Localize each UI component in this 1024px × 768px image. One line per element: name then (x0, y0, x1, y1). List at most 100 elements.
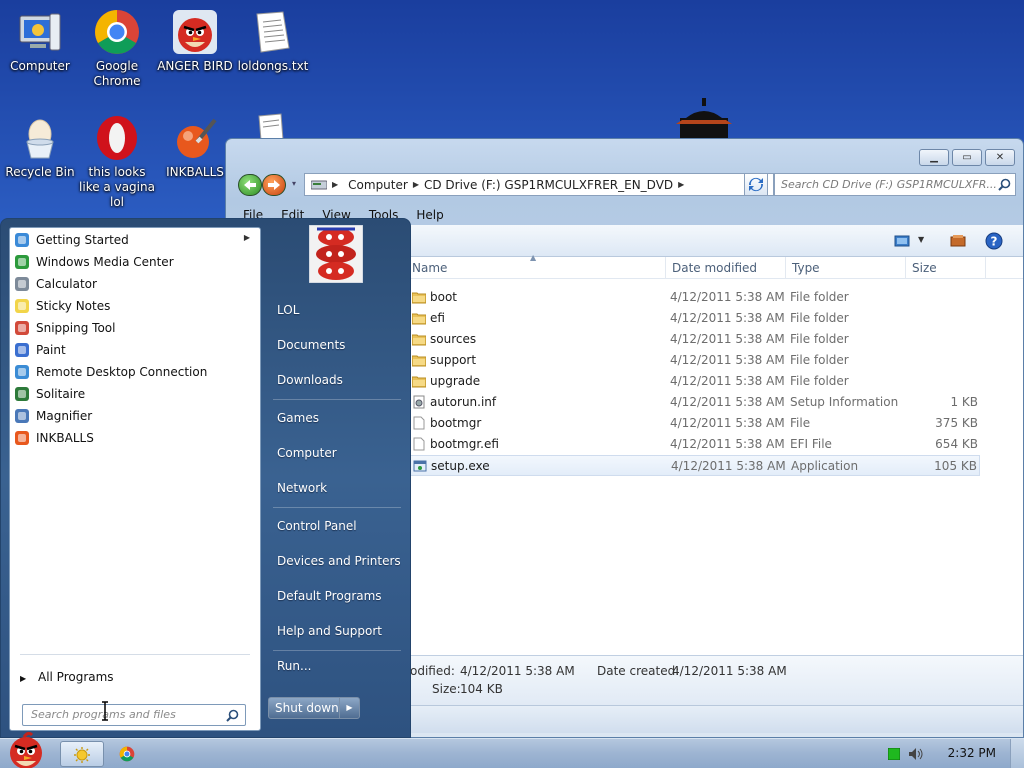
start-program-magnifier[interactable]: Magnifier (10, 405, 260, 427)
shutdown-button[interactable]: Shut down ▶ (268, 697, 360, 719)
file-name: efi (430, 311, 445, 325)
inf-file-icon (413, 395, 425, 409)
file-row-autorun-inf[interactable]: autorun.inf 4/12/2011 5:38 AM Setup Inform… (410, 392, 980, 413)
svg-text:?: ? (991, 235, 998, 249)
file-date: 4/12/2011 5:38 AM (670, 290, 785, 304)
inkballs-icon (15, 431, 29, 445)
start-link-run[interactable]: Run... (277, 659, 311, 673)
taskbar-clock[interactable]: 2:32 PM (948, 746, 996, 760)
preview-pane-icon[interactable] (950, 234, 966, 248)
volume-icon[interactable] (908, 747, 924, 761)
taskbar-chrome-button[interactable] (106, 741, 150, 767)
folder-icon (412, 334, 426, 346)
file-type: Setup Information (790, 395, 899, 409)
start-program-remote-desktop-connection[interactable]: Remote Desktop Connection (10, 361, 260, 383)
start-program-calculator[interactable]: Calculator (10, 273, 260, 295)
search-icon[interactable] (226, 709, 239, 722)
change-view-icon[interactable] (894, 234, 910, 248)
taskbar: 2:32 PM (0, 731, 1024, 768)
file-row-support[interactable]: support 4/12/2011 5:38 AM File folder (410, 350, 980, 371)
start-program-snipping-tool[interactable]: Snipping Tool (10, 317, 260, 339)
address-bar[interactable]: ▶ Computer ▶ CD Drive (F:) GSP1RMCULXFRE… (304, 173, 774, 196)
remote-desktop-icon (15, 365, 29, 379)
start-program-inkballs[interactable]: INKBALLS (10, 427, 260, 449)
desktop-icon-partial-file[interactable] (255, 110, 285, 140)
menu-help[interactable]: Help (407, 205, 452, 225)
desktop-icon-anger-bird[interactable]: ANGER BIRD (155, 8, 235, 74)
forward-arrow-icon (268, 180, 280, 190)
column-size[interactable]: Size (912, 261, 937, 275)
start-program-getting-started[interactable]: Getting Started ▶ (10, 229, 260, 251)
file-row-setup-exe[interactable]: setup.exe 4/12/2011 5:38 AM Application 105… (410, 455, 980, 476)
start-link-computer[interactable]: Computer (277, 446, 337, 460)
file-row-sources[interactable]: sources 4/12/2011 5:38 AM File folder (410, 329, 980, 350)
folder-icon (412, 376, 426, 388)
solitaire-icon (15, 387, 29, 401)
start-link-lol[interactable]: LOL (277, 303, 299, 317)
file-type: EFI File (790, 437, 832, 451)
network-status-icon[interactable] (888, 748, 900, 760)
start-link-documents[interactable]: Documents (277, 338, 345, 352)
view-dropdown-icon[interactable]: ▼ (918, 235, 924, 244)
file-type: File folder (790, 374, 849, 388)
close-button[interactable]: ✕ (985, 149, 1015, 166)
text-file-icon (258, 113, 284, 140)
start-link-games[interactable]: Games (277, 411, 319, 425)
show-desktop-button[interactable] (1010, 739, 1024, 768)
sort-up-icon: ▲ (530, 253, 537, 262)
start-button-angry-bird-icon[interactable] (2, 731, 50, 768)
start-link-control-panel[interactable]: Control Panel (277, 519, 357, 533)
recent-pages-icon[interactable]: ▾ (292, 179, 296, 188)
desktop-icon-opera[interactable]: this looks like a vagina lol (77, 114, 157, 210)
file-file-icon (413, 437, 425, 451)
start-link-downloads[interactable]: Downloads (277, 373, 343, 387)
search-input[interactable]: Search CD Drive (F:) GSP1RMCULXFR... (774, 173, 1016, 196)
user-picture-angry-birds-icon[interactable] (309, 225, 363, 283)
start-menu-links-pane: LOL Documents Downloads Games Computer N… (263, 219, 411, 739)
breadcrumb-cd-drive[interactable]: CD Drive (F:) GSP1RMCULXFRER_EN_DVD (424, 178, 673, 192)
start-program-paint[interactable]: Paint (10, 339, 260, 361)
search-icon[interactable] (998, 178, 1011, 191)
breadcrumb-computer[interactable]: Computer (348, 178, 408, 192)
system-tray: 2:32 PM (884, 739, 1024, 768)
start-program-solitaire[interactable]: Solitaire (10, 383, 260, 405)
start-link-network[interactable]: Network (277, 481, 327, 495)
column-type[interactable]: Type (792, 261, 820, 275)
all-programs-button[interactable]: ▶ All Programs (20, 670, 114, 684)
submenu-arrow-icon[interactable]: ▶ (244, 233, 250, 242)
inkballs-icon (171, 114, 219, 162)
calculator-icon (15, 277, 29, 291)
start-program-windows-media-center[interactable]: Windows Media Center (10, 251, 260, 273)
start-program-sticky-notes[interactable]: Sticky Notes (10, 295, 260, 317)
start-link-help-support[interactable]: Help and Support (277, 624, 382, 638)
snipping-tool-icon (15, 321, 29, 335)
program-label: Calculator (36, 277, 97, 291)
breadcrumb-arrow-icon: ▶ (678, 180, 685, 189)
details-size-value: 104 KB (460, 682, 503, 696)
column-date[interactable]: Date modified (672, 261, 757, 275)
start-search-input[interactable]: Search programs and files (22, 704, 246, 726)
file-type: File folder (790, 290, 849, 304)
desktop-icon-loldongs[interactable]: loldongs.txt (233, 8, 313, 74)
start-link-default-programs[interactable]: Default Programs (277, 589, 382, 603)
file-row-bootmgr[interactable]: bootmgr 4/12/2011 5:38 AM File 375 KB (410, 413, 980, 434)
desktop-icon-label: ANGER BIRD (157, 59, 233, 73)
desktop-icon-chrome[interactable]: Google Chrome (77, 8, 157, 89)
refresh-button[interactable] (744, 173, 768, 196)
help-icon[interactable]: ? (985, 232, 1003, 250)
file-row-bootmgr-efi[interactable]: bootmgr.efi 4/12/2011 5:38 AM EFI File 654 … (410, 434, 980, 455)
file-row-upgrade[interactable]: upgrade 4/12/2011 5:38 AM File folder (410, 371, 980, 392)
file-row-boot[interactable]: boot 4/12/2011 5:38 AM File folder (410, 287, 980, 308)
start-link-devices-printers[interactable]: Devices and Printers (277, 554, 401, 568)
taskbar-explorer-button[interactable] (60, 741, 104, 767)
desktop-icon-recycle-bin[interactable]: Recycle Bin (0, 114, 80, 180)
desktop-icon-computer[interactable]: Computer (0, 8, 80, 74)
maximize-button[interactable]: ▭ (952, 149, 982, 166)
column-name[interactable]: Name (412, 261, 447, 275)
desktop-icon-inkballs[interactable]: INKBALLS (155, 114, 235, 180)
file-row-efi[interactable]: efi 4/12/2011 5:38 AM File folder (410, 308, 980, 329)
start-links-divider (273, 650, 401, 651)
file-size: 105 KB (934, 459, 977, 473)
shutdown-options-icon[interactable]: ▶ (339, 698, 359, 718)
minimize-button[interactable]: ▁ (919, 149, 949, 166)
